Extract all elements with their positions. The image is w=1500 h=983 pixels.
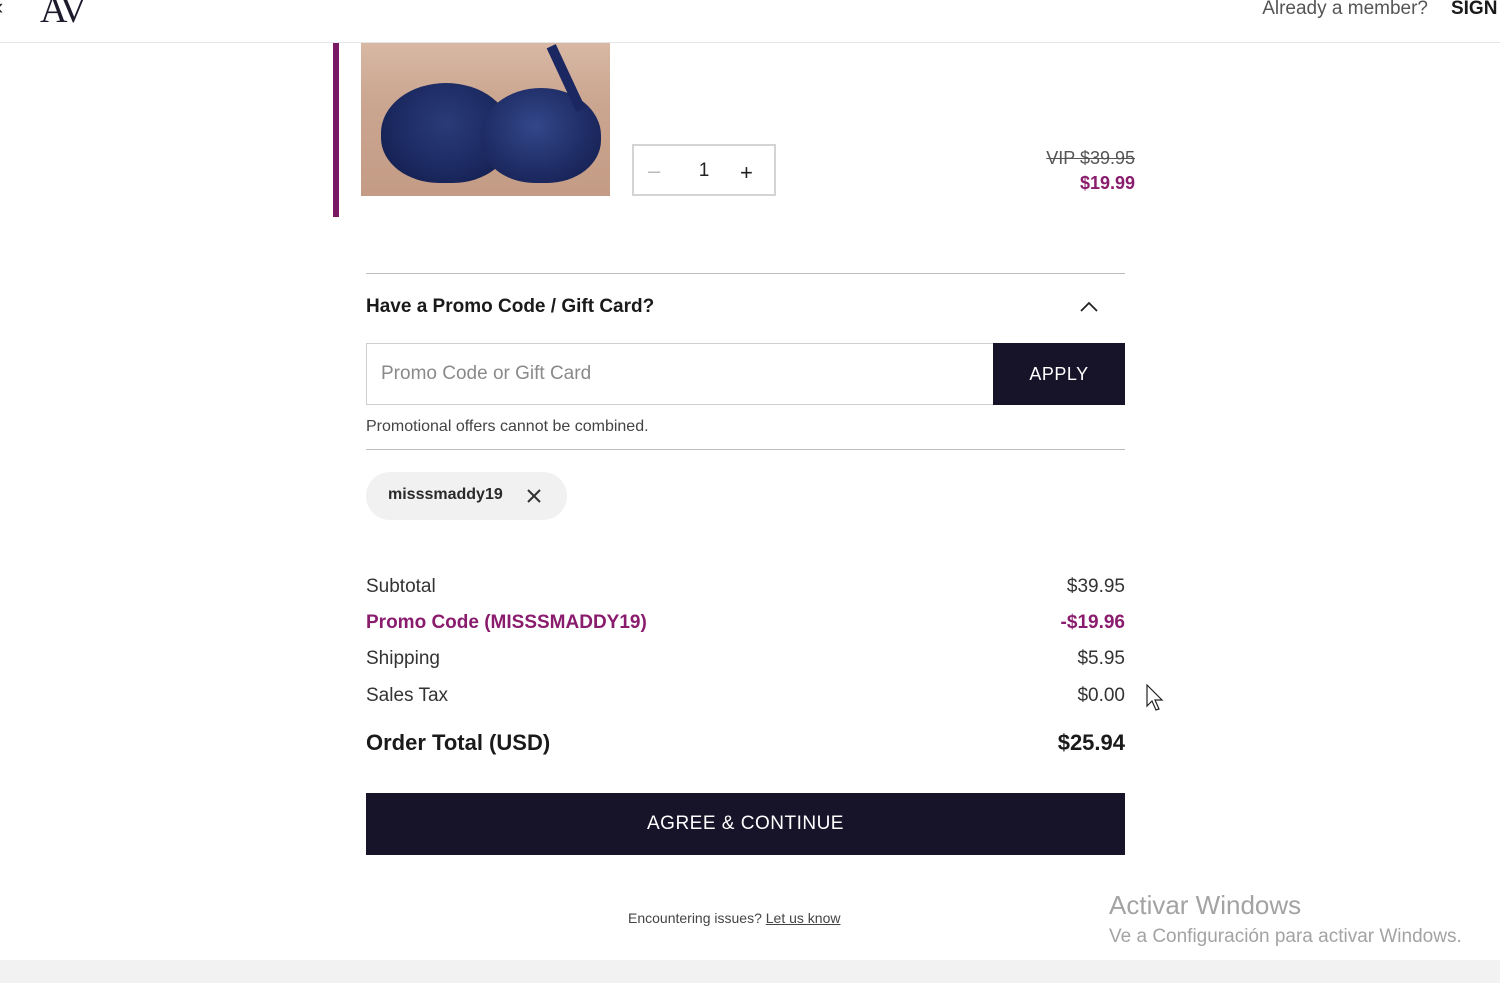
windows-activation-title: Activar Windows — [1109, 890, 1302, 920]
divider — [366, 449, 1125, 450]
quantity-value[interactable]: 1 — [694, 160, 714, 182]
footer-band — [0, 960, 1500, 983]
price-sale: $19.99 — [1079, 173, 1135, 193]
chevron-left-icon[interactable]: ‹ — [0, 0, 3, 18]
applied-promo-chip: misssmaddy19 — [366, 472, 567, 520]
quantity-increase-button[interactable]: + — [740, 162, 753, 184]
brand-logo[interactable]: AV — [40, 0, 87, 30]
help-prefix: Encountering issues? — [628, 910, 762, 926]
summary-row-total: Order Total (USD) $25.94 — [366, 730, 1125, 760]
summary-label: Subtotal — [366, 576, 436, 597]
promo-code-input[interactable] — [366, 343, 994, 405]
help-text: Encountering issues? Let us know — [628, 910, 840, 926]
mouse-cursor-icon — [1146, 684, 1164, 711]
apply-button[interactable]: APPLY — [993, 343, 1125, 405]
summary-value: $5.95 — [1077, 648, 1125, 669]
summary-value: -$19.96 — [1060, 612, 1125, 633]
summary-label: Promo Code (MISSSMADDY19) — [366, 612, 647, 633]
product-image — [361, 43, 610, 196]
order-total-value: $25.94 — [1057, 730, 1125, 755]
summary-row-shipping: Shipping $5.95 — [366, 648, 1125, 674]
quantity-decrease-button[interactable]: – — [648, 160, 660, 182]
cart-item-accent-bar — [333, 43, 339, 217]
member-prompt: Already a member? — [1262, 0, 1428, 19]
promo-section-heading[interactable]: Have a Promo Code / Gift Card? — [366, 296, 654, 318]
applied-promo-code: misssmaddy19 — [388, 486, 503, 503]
sign-in-link[interactable]: SIGN I — [1451, 0, 1500, 20]
checkout-page: ‹ AV Already a member? SIGN I – 1 + VIP … — [0, 0, 1500, 983]
quantity-stepper: – 1 + — [632, 144, 776, 196]
divider — [366, 273, 1125, 274]
order-total-label: Order Total (USD) — [366, 730, 551, 755]
let-us-know-link[interactable]: Let us know — [766, 910, 841, 926]
summary-row-subtotal: Subtotal $39.95 — [366, 576, 1125, 602]
windows-activation-subtitle: Ve a Configuración para activar Windows. — [1109, 926, 1462, 947]
summary-label: Shipping — [366, 648, 440, 669]
summary-row-tax: Sales Tax $0.00 — [366, 685, 1125, 711]
price-original: VIP $39.95 — [1046, 148, 1135, 168]
summary-value: $0.00 — [1077, 685, 1125, 706]
site-header: ‹ AV Already a member? SIGN I — [0, 0, 1500, 43]
summary-value: $39.95 — [1066, 576, 1125, 597]
promo-note: Promotional offers cannot be combined. — [366, 418, 649, 435]
summary-row-promo: Promo Code (MISSSMADDY19) -$19.96 — [366, 612, 1125, 638]
summary-label: Sales Tax — [366, 685, 449, 706]
agree-continue-button[interactable]: AGREE & CONTINUE — [366, 793, 1125, 855]
close-icon[interactable] — [524, 486, 544, 506]
chevron-up-icon[interactable] — [1078, 298, 1100, 316]
